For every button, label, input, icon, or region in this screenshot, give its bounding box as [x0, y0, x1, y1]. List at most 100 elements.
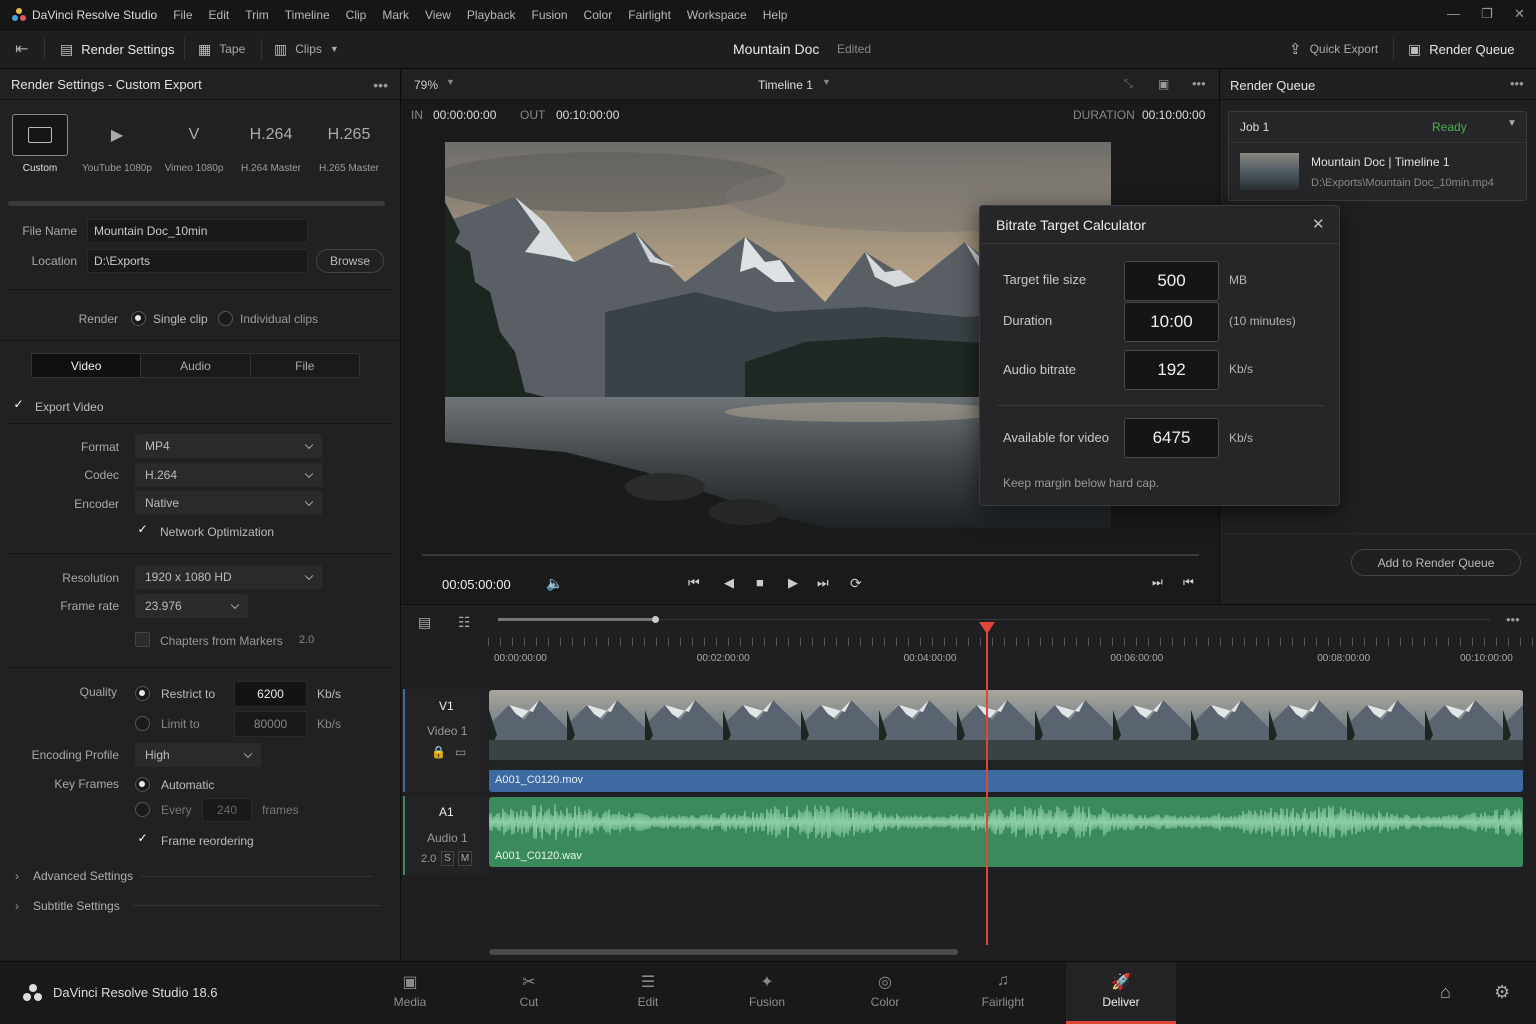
- preset-custom[interactable]: Custom: [4, 114, 76, 174]
- play-reverse-icon[interactable]: ◀: [724, 575, 734, 591]
- tab-file[interactable]: File: [249, 354, 359, 377]
- more-options-icon[interactable]: •••: [373, 77, 388, 93]
- settings-gear-icon[interactable]: ⚙: [1494, 982, 1510, 1003]
- menu-color[interactable]: Color: [584, 8, 613, 22]
- preset-h-265-master[interactable]: H.265 H.265 Master: [313, 115, 385, 174]
- timeline-view-icon[interactable]: ▤: [418, 614, 431, 631]
- timeline-ruler[interactable]: 00:00:00:00 00:02:00:00 00:04:00:00 00:06:0…: [488, 638, 1534, 664]
- more-options-icon[interactable]: •••: [1506, 612, 1520, 627]
- page-color[interactable]: ◎ Color: [830, 962, 940, 1024]
- quick-export-button[interactable]: ⇪ Quick Export: [1289, 30, 1378, 68]
- page-fairlight[interactable]: ♫ Fairlight: [948, 962, 1058, 1024]
- single-clip-radio[interactable]: [131, 311, 146, 326]
- render-settings-button[interactable]: ▤ Render Settings: [60, 30, 174, 68]
- menu-workspace[interactable]: Workspace: [687, 8, 747, 22]
- menu-fusion[interactable]: Fusion: [532, 8, 568, 22]
- menu-fairlight[interactable]: Fairlight: [628, 8, 671, 22]
- more-options-icon[interactable]: •••: [1192, 76, 1206, 91]
- clips-button[interactable]: ▥ Clips ▼: [274, 30, 339, 68]
- menu-timeline[interactable]: Timeline: [285, 8, 330, 22]
- stop-icon[interactable]: ■: [756, 575, 764, 590]
- keyframe-interval-input[interactable]: 240: [202, 798, 252, 822]
- render-job-card[interactable]: Job 1 Ready ▼ Mountain Doc | Timeline 1 …: [1228, 111, 1527, 201]
- menu-playback[interactable]: Playback: [467, 8, 516, 22]
- restrict-bitrate-input[interactable]: 6200: [234, 681, 307, 707]
- page-edit[interactable]: ☰ Edit: [593, 962, 703, 1024]
- timeline-playhead[interactable]: [986, 623, 989, 945]
- chapters-checkbox[interactable]: [135, 632, 150, 647]
- audio-bitrate-input[interactable]: 192: [1124, 350, 1219, 390]
- menu-view[interactable]: View: [425, 8, 451, 22]
- chevron-down-icon[interactable]: ▼: [1507, 118, 1517, 129]
- prev-frame-icon[interactable]: ⏮: [1183, 575, 1194, 590]
- preset-youtube-1080p[interactable]: ▶ YouTube 1080p: [81, 115, 153, 174]
- back-icon[interactable]: ⇤: [15, 30, 28, 68]
- lock-icon[interactable]: 🔒: [431, 745, 446, 759]
- network-optimization-checkbox[interactable]: ✓: [135, 523, 150, 538]
- file-name-input[interactable]: Mountain Doc_10min: [87, 219, 308, 243]
- mute-button[interactable]: M: [458, 851, 472, 866]
- restore-icon[interactable]: ❐: [1481, 6, 1493, 22]
- audio-clip[interactable]: A001_C0120.wav: [489, 797, 1523, 867]
- render-queue-button[interactable]: ▣ Render Queue: [1408, 30, 1515, 68]
- page-media[interactable]: ▣ Media: [355, 962, 465, 1024]
- limit-to-radio[interactable]: [135, 716, 150, 731]
- format-select[interactable]: MP4: [135, 434, 322, 458]
- duration-input[interactable]: 10:00: [1124, 302, 1219, 342]
- menu-help[interactable]: Help: [763, 8, 788, 22]
- preset-vimeo-1080p[interactable]: V Vimeo 1080p: [158, 115, 230, 174]
- timeline-options-icon[interactable]: ☷: [458, 614, 471, 631]
- video-clip[interactable]: A001_C0120.mov: [489, 690, 1523, 792]
- browse-button[interactable]: Browse: [316, 249, 384, 273]
- menu-clip[interactable]: Clip: [346, 8, 367, 22]
- monitor-icon[interactable]: ▣: [1158, 77, 1169, 91]
- limit-bitrate-input[interactable]: 80000: [234, 711, 307, 737]
- viewer-options-icon[interactable]: ⤡: [1124, 78, 1133, 91]
- timeline-zoom-handle[interactable]: [652, 616, 659, 623]
- advanced-settings-toggle[interactable]: Advanced Settings: [33, 869, 133, 883]
- monitor-icon[interactable]: ▭: [455, 745, 466, 759]
- export-video-checkbox[interactable]: ✓: [11, 398, 26, 413]
- loop-icon[interactable]: ⟳: [850, 575, 862, 592]
- resolution-select[interactable]: 1920 x 1080 HD: [135, 565, 322, 589]
- timeline-scrollbar[interactable]: [489, 949, 958, 955]
- playhead-marker[interactable]: [979, 622, 996, 634]
- menu-mark[interactable]: Mark: [382, 8, 409, 22]
- menu-trim[interactable]: Trim: [245, 8, 269, 22]
- location-input[interactable]: D:\Exports: [87, 249, 308, 273]
- subtitle-settings-toggle[interactable]: Subtitle Settings: [33, 899, 120, 913]
- keyframes-every-radio[interactable]: [135, 802, 150, 817]
- restrict-to-radio[interactable]: [135, 686, 150, 701]
- minimize-icon[interactable]: —: [1447, 6, 1460, 21]
- codec-select[interactable]: H.264: [135, 463, 322, 487]
- encoder-select[interactable]: Native: [135, 491, 322, 515]
- volume-icon[interactable]: 🔈: [546, 575, 563, 592]
- next-frame-icon[interactable]: ⏭: [1152, 575, 1163, 590]
- page-cut[interactable]: ✂ Cut: [474, 962, 584, 1024]
- preset-h-264-master[interactable]: H.264 H.264 Master: [235, 115, 307, 174]
- in-timecode[interactable]: 00:00:00:00: [433, 108, 496, 122]
- page-fusion[interactable]: ✦ Fusion: [712, 962, 822, 1024]
- tape-button[interactable]: ▦ Tape: [198, 30, 245, 68]
- go-to-start-icon[interactable]: ⏮: [688, 575, 700, 591]
- keyframes-automatic-radio[interactable]: [135, 777, 150, 792]
- more-options-icon[interactable]: •••: [1510, 76, 1524, 91]
- preset-scrollbar[interactable]: [8, 201, 385, 206]
- close-window-icon[interactable]: ✕: [1514, 6, 1525, 22]
- frame-rate-select[interactable]: 23.976: [135, 594, 248, 618]
- timeline-select[interactable]: Timeline 1: [758, 78, 813, 92]
- zoom-select[interactable]: 79%: [414, 78, 438, 92]
- go-to-end-icon[interactable]: ⏭: [817, 575, 829, 591]
- tab-video[interactable]: Video: [32, 354, 141, 377]
- home-icon[interactable]: ⌂: [1440, 982, 1451, 1003]
- menu-edit[interactable]: Edit: [209, 8, 230, 22]
- solo-button[interactable]: S: [441, 851, 454, 866]
- out-timecode[interactable]: 00:10:00:00: [556, 108, 619, 122]
- page-deliver[interactable]: 🚀 Deliver: [1066, 962, 1176, 1024]
- viewer-scrubber[interactable]: [422, 554, 1199, 556]
- individual-clips-radio[interactable]: [218, 311, 233, 326]
- target-size-input[interactable]: 500: [1124, 261, 1219, 301]
- menu-file[interactable]: File: [173, 8, 192, 22]
- play-icon[interactable]: ▶: [788, 575, 798, 591]
- encoding-profile-select[interactable]: High: [135, 743, 261, 767]
